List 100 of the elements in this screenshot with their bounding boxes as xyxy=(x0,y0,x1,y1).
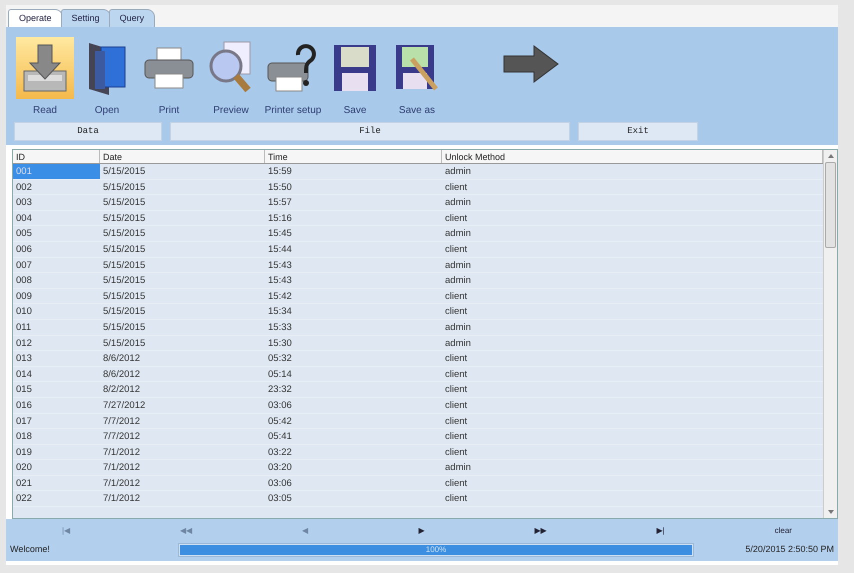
table-cell-text: admin xyxy=(444,461,472,475)
table-cell-text: 004 xyxy=(15,212,33,226)
table-cell-text: 008 xyxy=(15,274,33,288)
table-cell-text: admin xyxy=(444,227,472,241)
table-cell-text: 5/15/2015 xyxy=(102,165,146,179)
table-cell-text: admin xyxy=(444,258,472,272)
tab[interactable]: Operate xyxy=(8,8,63,27)
table-cell-text: 015 xyxy=(15,383,33,397)
table-cell-text: 009 xyxy=(15,290,33,304)
table-cell-text: 15:59 xyxy=(267,165,293,179)
table-cell: 001 xyxy=(13,164,100,179)
table-cell-text: client xyxy=(444,430,468,444)
tab[interactable]: Query xyxy=(108,8,156,27)
table-cell-text: 7/7/2012 xyxy=(102,430,141,444)
table-cell-text: 8/6/2012 xyxy=(102,368,141,382)
printer-icon xyxy=(143,46,195,90)
table-cell-text: 15:34 xyxy=(267,305,293,319)
table-cell-text: client xyxy=(444,398,468,412)
table-cell-text: client xyxy=(444,414,468,428)
table-cell-text: 5/15/2015 xyxy=(102,274,146,288)
table-cell-text: admin xyxy=(444,336,472,350)
table-cell-text: 022 xyxy=(15,492,33,506)
table-cell-text: client xyxy=(444,446,468,460)
table-cell-text: 006 xyxy=(15,242,33,257)
table-cell-text: 5/15/2015 xyxy=(102,180,146,194)
table-cell-text: admin xyxy=(444,196,472,210)
table-cell-text: 15:50 xyxy=(267,180,293,194)
table-cell-text: 15:16 xyxy=(267,212,293,226)
table-cell-text: client xyxy=(444,212,468,226)
table-cell-text: 7/27/2012 xyxy=(102,398,146,412)
table-cell-text: 03:06 xyxy=(267,398,293,412)
column-header[interactable]: Date xyxy=(100,150,265,163)
table-cell-text: 05:42 xyxy=(267,414,293,428)
status-message: Welcome! xyxy=(10,543,51,556)
table-cell-text: 018 xyxy=(15,430,33,444)
table-cell-text: 15:57 xyxy=(267,196,293,210)
table-cell-text: 010 xyxy=(15,305,33,319)
table-cell-text: 002 xyxy=(15,180,33,194)
table-cell-text: 013 xyxy=(15,352,33,366)
table-cell-text: 5/15/2015 xyxy=(102,336,146,350)
table-cell-text: 011 xyxy=(15,320,32,335)
table-cell-text: 003 xyxy=(15,196,33,210)
table-cell-text: 05:41 xyxy=(267,430,293,444)
table-cell-text: client xyxy=(444,352,468,366)
table-cell-text: 005 xyxy=(15,227,33,241)
table-cell-text: 014 xyxy=(15,368,33,382)
table-cell-text: 23:32 xyxy=(267,383,293,397)
table-cell-text: 7/7/2012 xyxy=(102,414,141,428)
table-cell-text: 15:33 xyxy=(267,320,293,335)
column-header[interactable]: Time xyxy=(265,150,442,163)
table-cell-text: 15:45 xyxy=(267,227,293,241)
table-cell-text: 03:06 xyxy=(267,476,293,490)
table-cell-text: 5/15/2015 xyxy=(102,212,146,226)
pager-button[interactable]: ▶| xyxy=(650,523,671,539)
table-cell-text: 7/1/2012 xyxy=(102,476,141,490)
table-cell-text: client xyxy=(444,242,468,257)
table-cell-text: 8/6/2012 xyxy=(102,352,141,366)
table-cell-text: client xyxy=(444,383,468,397)
table-cell-text: 5/15/2015 xyxy=(102,290,146,304)
table-cell-text: 7/1/2012 xyxy=(102,492,141,506)
scrollbar-thumb[interactable] xyxy=(825,162,836,248)
tab[interactable]: Setting xyxy=(60,8,111,27)
table-cell-text: client xyxy=(444,476,468,490)
table-cell-text: 021 xyxy=(15,476,33,490)
table-cell-text: client xyxy=(444,290,468,304)
table-cell-text: 8/2/2012 xyxy=(102,383,141,397)
table-cell-text: 5/15/2015 xyxy=(102,305,146,319)
arrow-right-icon xyxy=(502,44,560,84)
progress-reading: 100% xyxy=(426,544,446,556)
scrollbar[interactable] xyxy=(823,150,837,518)
pager-button[interactable]: ▶▶ xyxy=(528,523,552,539)
table-cell-text: 7/1/2012 xyxy=(102,461,141,475)
table-cell-text: admin xyxy=(444,274,472,288)
table-cell-text: 15:43 xyxy=(267,274,293,288)
pager-button[interactable]: clear xyxy=(768,523,798,539)
status-datetime: 5/20/2015 2:50:50 PM xyxy=(744,543,834,556)
table-cell-text: 7/1/2012 xyxy=(102,446,141,460)
table-cell-text: client xyxy=(444,368,468,382)
table-cell-text: admin xyxy=(444,165,472,179)
pager-button[interactable]: ▶ xyxy=(412,523,430,539)
group-label: Exit xyxy=(578,122,698,141)
table-cell-text: 05:32 xyxy=(267,352,293,366)
table-cell-text: 5/15/2015 xyxy=(102,258,146,272)
table-cell-text: 007 xyxy=(15,258,33,272)
table-cell-text: 15:30 xyxy=(267,336,293,350)
table-cell-text: 012 xyxy=(15,336,33,350)
table-cell-text: 5/15/2015 xyxy=(102,242,146,257)
table-cell-text: 03:20 xyxy=(267,461,293,475)
table-cell-text: 15:44 xyxy=(267,242,293,257)
table-cell-text: 019 xyxy=(15,446,33,460)
column-header[interactable]: ID xyxy=(13,150,100,163)
table-cell-text: client xyxy=(444,180,468,194)
floppy-pencil-icon xyxy=(394,43,440,93)
table-cell-text: 15:42 xyxy=(267,290,293,304)
table-cell-text: client xyxy=(444,492,468,506)
table-cell-text: 016 xyxy=(15,398,33,412)
table-cell-text: 15:43 xyxy=(267,258,293,272)
table-cell-text: 03:22 xyxy=(267,446,293,460)
table-cell-text: 020 xyxy=(15,461,33,475)
table-cell-text: 5/15/2015 xyxy=(102,227,146,241)
